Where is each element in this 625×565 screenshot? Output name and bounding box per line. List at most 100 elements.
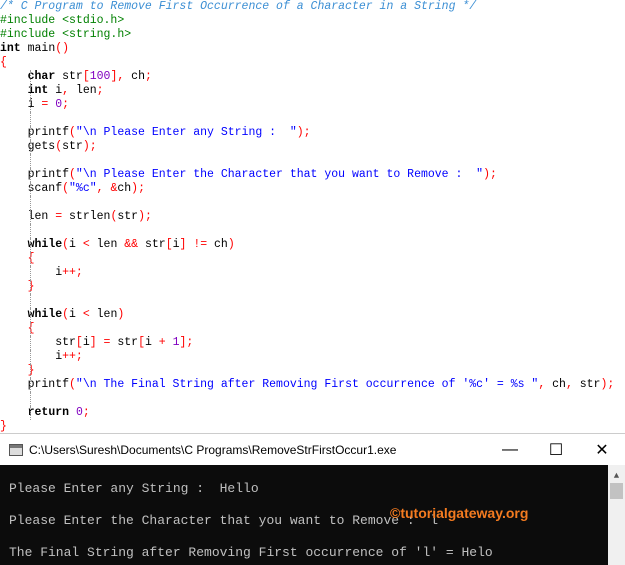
code-line: #include <stdio.h> — [0, 14, 625, 28]
code-token: { — [0, 56, 7, 69]
code-token: ); — [600, 378, 615, 391]
code-token: i — [0, 98, 42, 111]
code-line: printf("\n Please Enter any String : "); — [0, 126, 625, 140]
code-token: ; — [82, 406, 90, 419]
code-token: ) — [117, 308, 125, 321]
code-token: str — [117, 210, 139, 223]
code-token: len — [89, 238, 125, 251]
code-token: ); — [483, 168, 497, 181]
code-token: ; — [96, 84, 104, 97]
code-token: ch — [117, 182, 132, 195]
code-token: len — [69, 84, 97, 97]
code-token: ch — [545, 378, 566, 391]
code-token: /* C Program to Remove First Occurrence … — [0, 0, 477, 13]
code-token: i — [82, 336, 90, 349]
code-line — [0, 112, 625, 126]
code-token: } — [27, 364, 35, 377]
console-app-icon — [9, 443, 23, 456]
console-title: C:\Users\Suresh\Documents\C Programs\Rem… — [29, 442, 397, 457]
code-token: i — [69, 238, 83, 251]
code-line: return 0; — [0, 406, 625, 420]
code-token: i — [0, 266, 63, 279]
watermark: ©tutorialgateway.org — [390, 505, 529, 521]
code-token: return — [27, 406, 70, 419]
output-line: Please Enter the Character that you want… — [9, 513, 439, 528]
code-token: ; — [144, 70, 152, 83]
code-token: ], — [110, 70, 125, 83]
console-output: Please Enter any String : Hello Please E… — [0, 465, 625, 565]
code-token: scanf — [0, 182, 63, 195]
code-token: "\n Please Enter the Character that you … — [75, 168, 484, 181]
code-token: str — [0, 336, 76, 349]
scroll-thumb[interactable] — [610, 483, 623, 499]
code-token: ] — [89, 336, 97, 349]
code-line: } — [0, 364, 625, 378]
code-token: , — [565, 378, 573, 391]
code-token: ++; — [62, 350, 83, 363]
code-token: } — [27, 280, 35, 293]
code-token: , — [62, 84, 70, 97]
code-token: len — [89, 308, 118, 321]
code-line — [0, 294, 625, 308]
minimize-button[interactable]: — — [487, 434, 533, 465]
code-token: ]; — [179, 336, 194, 349]
code-token: len — [0, 210, 56, 223]
code-line: str[i] = str[i + 1]; — [0, 336, 625, 350]
code-line — [0, 392, 625, 406]
code-token: [ — [138, 336, 145, 349]
maximize-button[interactable]: ☐ — [533, 434, 579, 465]
code-line: } — [0, 420, 625, 434]
code-token: ( — [69, 126, 76, 139]
code-line — [0, 154, 625, 168]
code-line: len = strlen(str); — [0, 210, 625, 224]
code-line: i = 0; — [0, 98, 625, 112]
code-token: while — [27, 238, 63, 251]
console-titlebar[interactable]: C:\Users\Suresh\Documents\C Programs\Rem… — [0, 434, 625, 465]
code-token: < — [82, 308, 90, 321]
code-token: != — [193, 238, 208, 251]
code-line: /* C Program to Remove First Occurrence … — [0, 0, 625, 14]
code-line: while(i < len) — [0, 308, 625, 322]
code-token: ); — [131, 182, 145, 195]
code-token: char — [27, 70, 56, 83]
code-token: ch — [207, 238, 228, 251]
code-line: while(i < len && str[i] != ch) — [0, 238, 625, 252]
code-line: gets(str); — [0, 140, 625, 154]
code-line: scanf("%c", &ch); — [0, 182, 625, 196]
code-token: ++; — [62, 266, 83, 279]
code-line: { — [0, 56, 625, 70]
code-token: [ — [165, 238, 173, 251]
code-line: } — [0, 280, 625, 294]
code-token: printf — [0, 168, 70, 181]
code-token: ); — [296, 126, 311, 139]
close-button[interactable]: ✕ — [579, 434, 625, 465]
code-token: "\n The Final String after Removing Firs… — [75, 378, 539, 391]
code-line: #include <string.h> — [0, 28, 625, 42]
code-token: i — [69, 308, 83, 321]
code-token: 100 — [89, 70, 111, 83]
output-line: Please Enter any String : Hello — [9, 481, 259, 496]
code-token: str — [62, 140, 83, 153]
code-token: ); — [82, 140, 97, 153]
scroll-up-icon[interactable]: ▲ — [608, 471, 625, 481]
code-token: 1 — [172, 336, 180, 349]
code-line: int main() — [0, 42, 625, 56]
code-token: ( — [62, 308, 70, 321]
code-line: i++; — [0, 350, 625, 364]
scrollbar[interactable]: ▲ — [608, 465, 625, 565]
code-token: i — [172, 238, 180, 251]
code-token: ); — [138, 210, 152, 223]
code-token: int — [0, 42, 21, 55]
code-line — [0, 196, 625, 210]
code-token: () — [55, 42, 70, 55]
code-token: "%c" — [69, 182, 97, 195]
code-token: i — [0, 350, 63, 363]
code-token: main — [20, 42, 56, 55]
code-line: int i, len; — [0, 84, 625, 98]
code-editor[interactable]: /* C Program to Remove First Occurrence … — [0, 0, 625, 434]
code-token: while — [27, 308, 63, 321]
